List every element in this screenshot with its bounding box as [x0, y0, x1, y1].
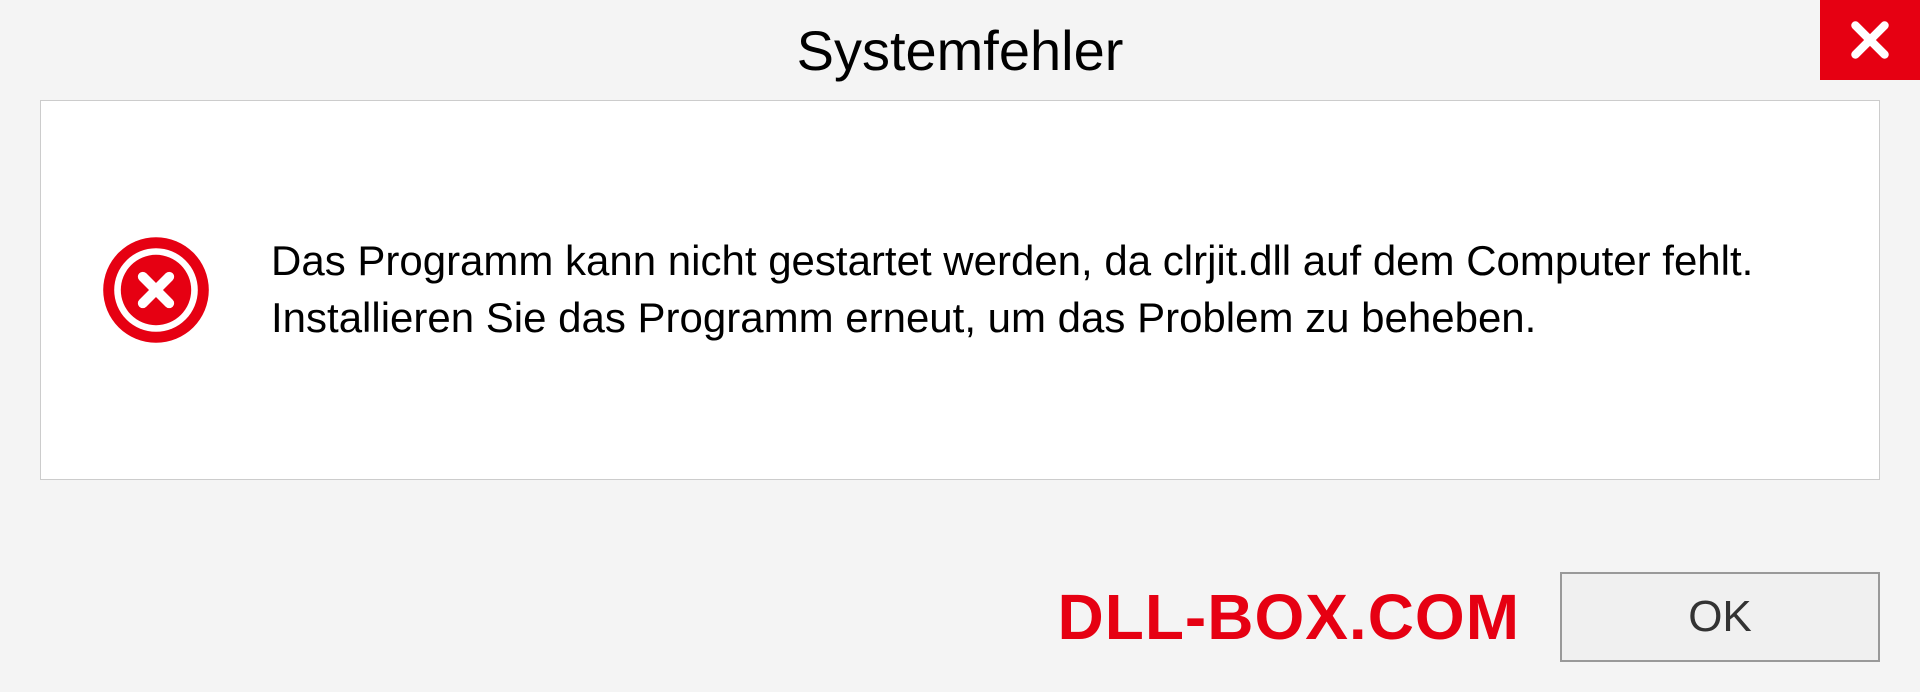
watermark-text: DLL-BOX.COM	[1058, 580, 1521, 654]
close-icon	[1845, 15, 1895, 65]
error-dialog: Systemfehler Das Programm kann nicht ges…	[0, 0, 1920, 692]
titlebar: Systemfehler	[0, 0, 1920, 100]
dialog-title: Systemfehler	[797, 18, 1124, 83]
ok-button[interactable]: OK	[1560, 572, 1880, 662]
close-button[interactable]	[1820, 0, 1920, 80]
error-circle-icon	[101, 235, 211, 345]
footer: DLL-BOX.COM OK	[0, 572, 1920, 662]
error-message: Das Programm kann nicht gestartet werden…	[271, 233, 1819, 346]
content-panel: Das Programm kann nicht gestartet werden…	[40, 100, 1880, 480]
